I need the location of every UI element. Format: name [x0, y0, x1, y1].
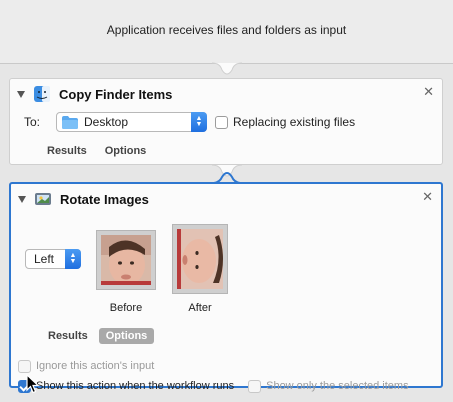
destination-row: To: Desktop ▲ ▼ Replacing existing files: [10, 109, 442, 135]
replacing-existing-files-label: Replacing existing files: [233, 115, 356, 129]
show-action-options-row: Show this action when the workflow runs …: [11, 376, 441, 396]
folder-icon: [62, 115, 78, 129]
show-selected-checkbox[interactable]: [248, 379, 262, 393]
chevron-updown-icon: ▲ ▼: [191, 112, 207, 132]
input-description: Application receives files and folders a…: [106, 22, 347, 37]
tab-results[interactable]: Results: [40, 143, 94, 159]
disclosure-triangle-icon[interactable]: [17, 90, 25, 98]
show-selected-label: Show only the selected items: [266, 380, 409, 392]
action-title-bar[interactable]: Rotate Images ✕: [11, 184, 441, 214]
chevron-updown-icon: ▲ ▼: [65, 249, 81, 269]
close-icon[interactable]: ✕: [422, 190, 433, 204]
tab-results[interactable]: Results: [41, 328, 95, 344]
tab-options[interactable]: Options: [98, 143, 154, 159]
ignore-input-option[interactable]: Ignore this action's input: [11, 356, 441, 376]
disclosure-triangle-icon[interactable]: [18, 195, 26, 203]
ignore-input-label: Ignore this action's input: [36, 360, 155, 372]
destination-value: Desktop: [84, 115, 129, 129]
action-title: Copy Finder Items: [59, 86, 173, 102]
after-image: [177, 229, 223, 289]
rotate-images-action[interactable]: Rotate Images ✕ Left ▲ ▼ Before After Re…: [9, 182, 443, 393]
action-title-bar[interactable]: Copy Finder Items ✕: [10, 79, 442, 109]
to-label: To:: [24, 115, 41, 129]
finder-icon: [34, 86, 50, 102]
close-icon[interactable]: ✕: [423, 85, 434, 99]
rotation-direction-value: Left: [34, 252, 55, 266]
workflow-input-header: Application receives files and folders a…: [0, 0, 453, 64]
copy-action-tabs: Results Options: [10, 137, 442, 165]
copy-finder-items-action[interactable]: Copy Finder Items ✕ To: Desktop ▲ ▼ Repla…: [9, 78, 443, 165]
after-thumbnail: [172, 224, 228, 294]
preview-icon: [35, 193, 51, 205]
workflow-connector: [212, 62, 242, 75]
before-label: Before: [109, 302, 143, 314]
replacing-existing-files-checkbox[interactable]: [215, 115, 228, 129]
show-action-label: Show this action when the workflow runs: [36, 380, 235, 392]
action-title: Rotate Images: [60, 191, 149, 207]
destination-select[interactable]: Desktop ▲ ▼: [56, 112, 207, 132]
mouse-cursor-icon: [26, 374, 40, 394]
rotate-action-tabs: Results Options: [11, 322, 441, 350]
ignore-input-checkbox[interactable]: [18, 359, 31, 373]
before-thumbnail: [96, 230, 156, 290]
rotate-preview-area: Left ▲ ▼ Before After: [11, 214, 441, 324]
tab-options[interactable]: Options: [98, 328, 155, 344]
after-label: After: [188, 302, 212, 314]
rotation-direction-select[interactable]: Left ▲ ▼: [25, 249, 81, 269]
replacing-existing-files-option[interactable]: Replacing existing files: [215, 115, 355, 129]
before-image: [101, 235, 151, 285]
